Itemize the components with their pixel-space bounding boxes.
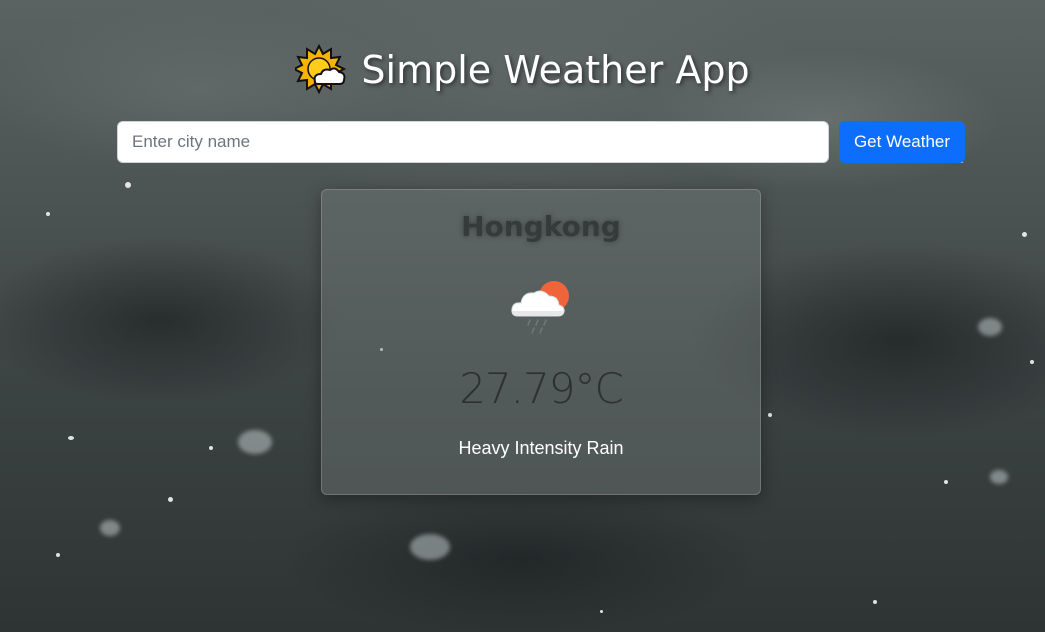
app-title-text: Simple Weather App <box>361 48 750 92</box>
temperature-value: 27.79°C <box>459 364 624 413</box>
cloud-sun-rain-icon <box>511 281 569 334</box>
city-input[interactable] <box>117 121 829 163</box>
get-weather-button[interactable]: Get Weather <box>839 121 965 163</box>
weather-card: Hongkong 27.79°C Heavy Intensity Rain <box>321 189 761 495</box>
page-title: Simple Weather App <box>0 44 1045 96</box>
weather-app: Simple Weather App Get Weather Hongkong … <box>0 0 1045 632</box>
sun-behind-cloud-icon <box>295 44 347 95</box>
weather-description: Heavy Intensity Rain <box>458 438 624 458</box>
city-name: Hongkong <box>461 210 621 243</box>
search-bar: Get Weather <box>117 121 965 163</box>
